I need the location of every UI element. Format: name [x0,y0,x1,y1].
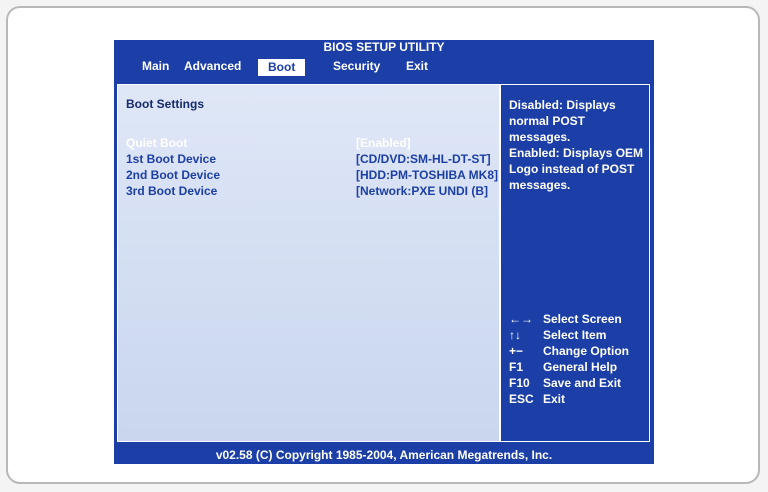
help-line: Enabled: Displays OEM [509,146,644,160]
help-line: messages. [509,178,571,192]
key-row-save-exit: F10 Save and Exit [509,375,649,391]
arrows-up-down-icon: ↑↓ [509,328,521,342]
menu-main[interactable]: Main [142,57,169,75]
menu-advanced[interactable]: Advanced [184,57,241,75]
bios-window: BIOS SETUP UTILITY Main Advanced Boot Se… [114,40,654,464]
setting-value[interactable]: [Network:PXE UNDI (B] [356,183,488,199]
key-action: Select Item [543,328,607,342]
settings-panel: Boot Settings Quiet Boot [Enabled] 1st B… [117,84,500,442]
setting-value[interactable]: [Enabled] [356,135,411,151]
menu-exit[interactable]: Exit [406,57,428,75]
setting-2nd-boot-device[interactable]: 2nd Boot Device [HDD:PM-TOSHIBA MK8] [126,167,498,183]
setting-label: Quiet Boot [126,136,188,150]
arrows-left-right-icon: ←→ [509,312,533,326]
copyright-footer: v02.58 (C) Copyright 1985-2004, American… [114,446,654,464]
key-row-general-help: F1 General Help [509,359,649,375]
key-f1: F1 [509,360,524,374]
key-action: Exit [543,392,566,406]
setting-value[interactable]: [CD/DVD:SM-HL-DT-ST] [356,151,491,167]
key-action: Select Screen [543,312,622,326]
key-f10: F10 [509,376,530,390]
help-panel: Disabled: Displays normal POST messages.… [500,84,650,442]
help-line: normal POST messages. [509,114,586,144]
menu-bar: Main Advanced Boot Security Exit [114,54,654,76]
key-row-select-item: ↑↓ Select Item [509,327,649,343]
setting-3rd-boot-device[interactable]: 3rd Boot Device [Network:PXE UNDI (B] [126,183,494,199]
plus-minus-icon: +− [509,344,524,358]
key-action: Change Option [543,344,629,358]
key-action: Save and Exit [543,376,622,390]
section-title: Boot Settings [126,97,204,111]
help-line: Disabled: Displays [509,98,616,112]
key-esc: ESC [509,392,534,406]
key-row-change-option: +− Change Option [509,343,649,359]
key-row-select-screen: ←→ Select Screen [509,311,649,327]
bios-title: BIOS SETUP UTILITY [114,40,654,54]
setting-quiet-boot[interactable]: Quiet Boot [Enabled] [126,135,494,151]
key-row-exit: ESC Exit [509,391,649,407]
setting-label: 3rd Boot Device [126,184,218,198]
setting-label: 2nd Boot Device [126,168,221,182]
setting-1st-boot-device[interactable]: 1st Boot Device [CD/DVD:SM-HL-DT-ST] [126,151,494,167]
key-legend: ←→ Select Screen ↑↓ Select Item +− Chang… [509,311,649,407]
menu-security[interactable]: Security [333,57,380,75]
setting-value[interactable]: [HDD:PM-TOSHIBA MK8] [356,167,498,183]
menu-boot[interactable]: Boot [258,59,306,76]
key-action: General Help [543,360,618,374]
help-line: Logo instead of POST [509,162,635,176]
help-text: Disabled: Displays normal POST messages.… [509,97,647,193]
setting-label: 1st Boot Device [126,152,217,166]
